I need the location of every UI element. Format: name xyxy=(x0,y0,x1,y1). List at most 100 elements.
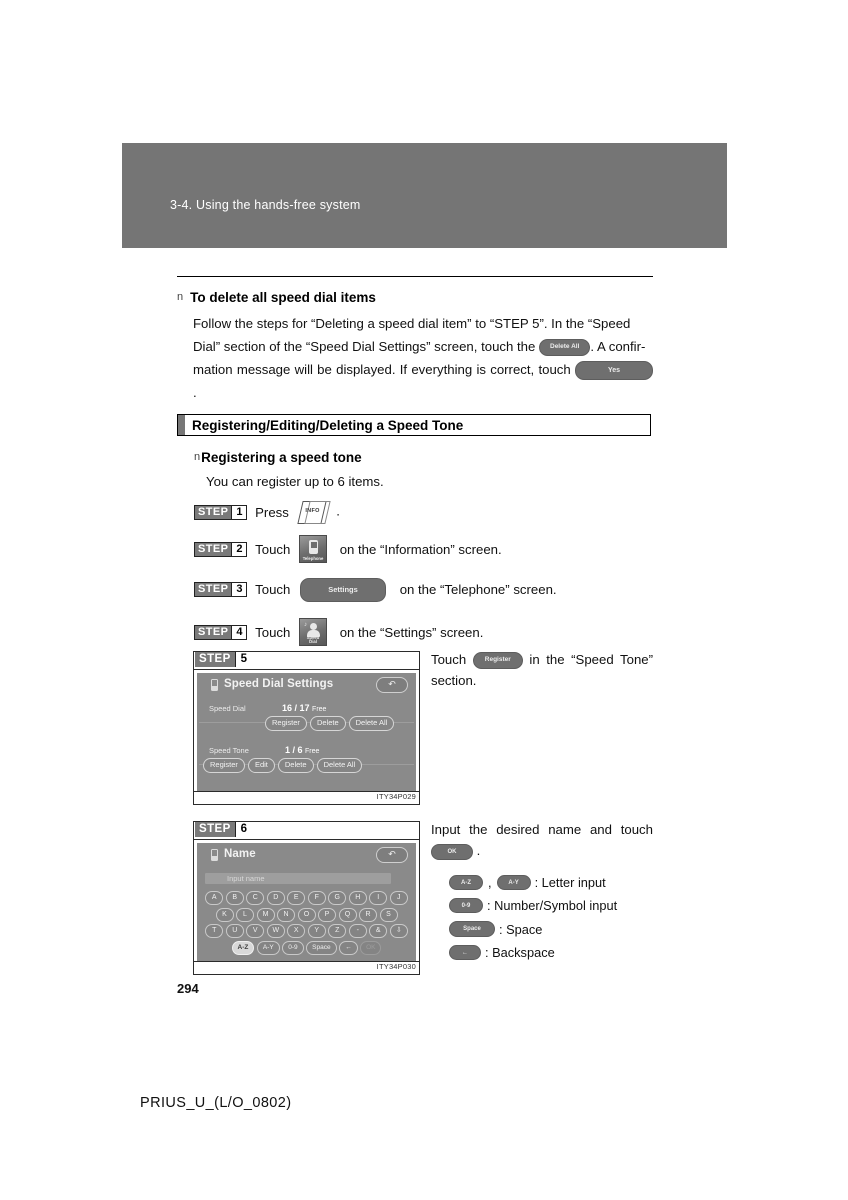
name-input-field[interactable]: Input name xyxy=(205,873,391,884)
legend-desc-letter-input: : Letter input xyxy=(534,875,606,890)
legend-row-space: Space : Space xyxy=(449,921,617,937)
back-arrow-icon[interactable]: ↶ xyxy=(376,677,408,693)
speed-tone-delete-all-button[interactable]: Delete All xyxy=(316,758,363,773)
speed-tone-register-button[interactable]: Register xyxy=(203,758,245,773)
speed-dial-register-button[interactable]: Register xyxy=(265,716,307,731)
legend-key-a-z[interactable]: A-Z xyxy=(449,875,483,890)
speed-tone-edit-button[interactable]: Edit xyxy=(247,758,275,773)
yes-button[interactable]: Yes xyxy=(575,361,653,381)
step-number-2: 2 xyxy=(231,542,247,556)
key-i[interactable]: I xyxy=(369,891,388,905)
key-mode-a-z[interactable]: A-Z xyxy=(231,940,255,955)
step-4-verb: Touch xyxy=(255,624,291,640)
key-ampersand[interactable]: & xyxy=(369,924,388,938)
step-4-badge: STEP 4 xyxy=(194,624,248,640)
key-v[interactable]: V xyxy=(246,924,265,938)
key-z[interactable]: Z xyxy=(328,924,347,938)
keyboard-row-4: A-Z A-Y 0-9 Space ← OK xyxy=(202,940,411,955)
key-p[interactable]: P xyxy=(318,907,336,922)
key-c[interactable]: C xyxy=(246,891,265,905)
key-h[interactable]: H xyxy=(348,891,367,905)
legend-key-a-y[interactable]: A-Y xyxy=(496,875,531,890)
intro-line-2-text-b: . A confir- xyxy=(590,339,646,354)
section-title-text: Registering/Editing/Deleting a Speed Ton… xyxy=(192,418,464,433)
step-number-3: 3 xyxy=(231,583,247,597)
speed-dial-icon-caption: Speed Dial xyxy=(306,634,320,645)
delete-all-button[interactable]: Delete All xyxy=(539,339,591,356)
speed-tone-delete-button[interactable]: Delete xyxy=(277,758,314,773)
legend-key-backspace-icon[interactable]: ← xyxy=(449,945,481,960)
legend-desc-number-input: : Number/Symbol input xyxy=(487,898,618,913)
step-word-3: STEP xyxy=(195,583,232,597)
key-y[interactable]: Y xyxy=(307,924,326,938)
key-mode-0-9[interactable]: 0-9 xyxy=(282,940,304,955)
keyboard-row-2: K L M N O P Q R S xyxy=(202,907,411,922)
key-e[interactable]: E xyxy=(287,891,306,905)
key-t[interactable]: T xyxy=(205,924,224,938)
telephone-glyph xyxy=(309,540,319,554)
key-j[interactable]: J xyxy=(389,891,408,905)
name-input-placeholder: Input name xyxy=(227,874,265,883)
key-k[interactable]: K xyxy=(215,907,234,922)
key-a[interactable]: A xyxy=(205,891,224,905)
legend-key-0-9[interactable]: 0-9 xyxy=(449,898,483,913)
key-mode-a-y[interactable]: A-Y xyxy=(256,940,280,955)
step-3-row: STEP 3 Touch Settings on the “Telephone” … xyxy=(194,578,557,602)
back-arrow-icon-2[interactable]: ↶ xyxy=(376,847,408,863)
key-m[interactable]: M xyxy=(256,907,275,922)
step-number-5: 5 xyxy=(234,652,253,667)
key-q[interactable]: Q xyxy=(338,907,357,922)
step-2-verb: Touch xyxy=(255,541,291,557)
key-ok[interactable]: OK xyxy=(360,940,382,955)
info-hard-key[interactable]: INFO xyxy=(296,501,331,524)
step-3-verb: Touch xyxy=(255,582,291,598)
intro-heading-text: To delete all speed dial items xyxy=(190,290,376,305)
figure-step-6: STEP 6 Name ↶ Input name A B C D E F G H… xyxy=(193,821,420,975)
legend-key-space[interactable]: Space xyxy=(449,921,495,937)
figure-6-caption: ITY34P030 xyxy=(376,962,416,971)
section-tab-marker xyxy=(178,415,185,435)
figure-6-side-text-a: Input the desired name and touch xyxy=(431,822,653,837)
telephone-icon[interactable]: Telephone xyxy=(299,535,328,563)
speed-dial-label: Speed Dial xyxy=(209,704,246,713)
phone-title-icon-2 xyxy=(211,849,218,861)
speed-dial-delete-button[interactable]: Delete xyxy=(309,716,346,731)
register-button-reference[interactable]: Register xyxy=(472,652,523,669)
screen-5-title: Speed Dial Settings xyxy=(224,678,334,690)
chapter-title: 3-4. Using the hands-free system xyxy=(170,198,361,212)
key-s[interactable]: S xyxy=(379,907,398,922)
square-bullet-icon-2: n xyxy=(194,451,201,463)
speed-tone-section: Speed Tone 1 / 6 Free Register Edit Dele… xyxy=(197,742,416,776)
step-word-1: STEP xyxy=(195,505,232,519)
step-number-4: 4 xyxy=(231,625,247,639)
figure-5-side-text-a: Touch xyxy=(431,652,467,667)
legend-separator: , xyxy=(488,875,492,890)
key-r[interactable]: R xyxy=(359,907,377,922)
page-number: 294 xyxy=(177,981,199,996)
key-backspace-icon[interactable]: ← xyxy=(339,940,358,955)
settings-button[interactable]: Settings xyxy=(300,578,387,602)
key-l[interactable]: L xyxy=(236,907,254,922)
key-b[interactable]: B xyxy=(225,891,244,905)
ok-button-reference[interactable]: OK xyxy=(431,843,473,860)
key-x[interactable]: X xyxy=(287,924,306,938)
step-5-badge: STEP 5 xyxy=(195,652,253,667)
key-space[interactable]: Space xyxy=(306,940,337,955)
key-o[interactable]: O xyxy=(297,907,316,922)
figure-5-caption: ITY34P029 xyxy=(376,792,416,801)
speed-dial-icon[interactable]: ♪ Speed Dial xyxy=(299,618,328,646)
figure-6-caption-row: ITY34P030 xyxy=(194,961,419,974)
speed-dial-delete-all-button[interactable]: Delete All xyxy=(348,716,395,731)
key-u[interactable]: U xyxy=(225,924,244,938)
intro-heading: n To delete all speed dial items xyxy=(177,290,376,305)
step-2-badge: STEP 2 xyxy=(194,541,248,557)
intro-line-3: mation message will be displayed. If eve… xyxy=(193,358,653,404)
key-hyphen[interactable]: - xyxy=(348,924,367,938)
key-w[interactable]: W xyxy=(266,924,285,938)
key-more-down-arrow-icon[interactable]: ⇩ xyxy=(389,924,408,938)
subsection-heading-text: Registering a speed tone xyxy=(201,450,362,465)
key-f[interactable]: F xyxy=(307,891,326,905)
key-g[interactable]: G xyxy=(328,891,347,905)
key-d[interactable]: D xyxy=(266,891,285,905)
key-n[interactable]: N xyxy=(277,907,295,922)
